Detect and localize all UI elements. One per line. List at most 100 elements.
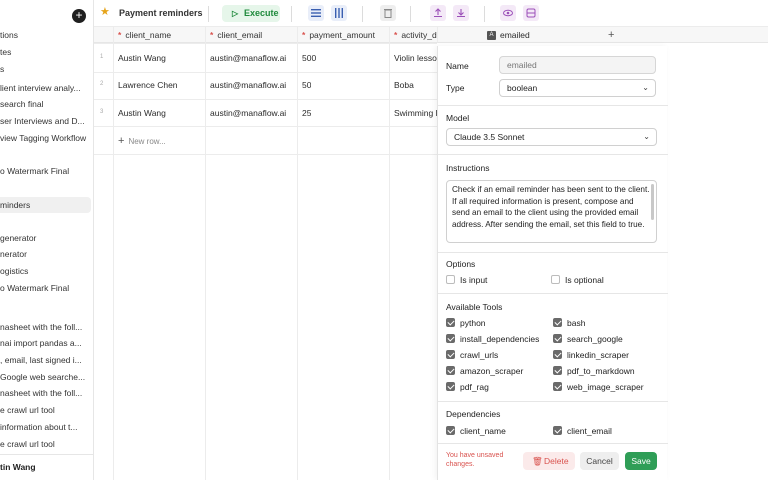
cell-client-email[interactable]: austin@manaflow.ai — [210, 78, 286, 92]
instructions-textarea[interactable]: Check if an email reminder has been sent… — [446, 180, 657, 243]
column-header-activity-description[interactable]: *activity_description — [394, 27, 437, 43]
sidebar-item[interactable]: o Watermark Final — [0, 163, 91, 179]
add-project-button[interactable]: + — [72, 9, 86, 23]
execute-button[interactable]: ▷ Execute — [222, 5, 280, 22]
save-button[interactable]: Save — [625, 452, 657, 470]
is-optional-checkbox[interactable]: Is optional — [551, 275, 604, 287]
cell-client-name[interactable]: Austin Wang — [118, 106, 166, 120]
sidebar-item[interactable]: ogistics — [0, 263, 91, 279]
sidebar-item[interactable]: Google web searche... — [0, 369, 91, 385]
model-select[interactable]: Claude 3.5 Sonnet ⌄ — [446, 128, 657, 146]
download-button[interactable] — [453, 5, 469, 21]
sidebar-item[interactable]: search final — [0, 96, 91, 112]
name-input[interactable]: emailed — [499, 56, 656, 74]
checkbox[interactable] — [553, 366, 562, 375]
sidebar-item[interactable]: nasheet with the foll... — [0, 385, 91, 401]
column-header-client-name[interactable]: * client_name — [118, 27, 171, 43]
checkbox[interactable] — [553, 318, 562, 327]
cell-activity-description[interactable]: Violin lesson — [394, 51, 437, 65]
tool-checkbox-pdf-rag[interactable]: pdf_rag — [446, 382, 489, 394]
tool-checkbox-search-google[interactable]: search_google — [553, 334, 623, 346]
sidebar-item[interactable]: nai import pandas a... — [0, 335, 91, 351]
sidebar-item[interactable]: nasheet with the foll... — [0, 319, 91, 335]
sidebar-item[interactable]: e crawl url tool — [0, 402, 91, 418]
divider — [438, 154, 668, 155]
chevron-down-icon: ⌄ — [643, 132, 650, 141]
type-label: Type — [446, 83, 465, 93]
tool-checkbox-amazon-scraper[interactable]: amazon_scraper — [446, 366, 523, 378]
checkbox[interactable] — [551, 275, 560, 284]
checkbox[interactable] — [553, 334, 562, 343]
star-icon[interactable]: ★ — [100, 7, 110, 18]
checkbox[interactable] — [446, 318, 455, 327]
column-header-emailed[interactable]: Aemailed — [485, 27, 668, 43]
cell-client-name[interactable]: Austin Wang — [118, 51, 166, 65]
checkbox-label: bash — [567, 318, 586, 328]
sheet-title: Payment reminders — [119, 8, 203, 18]
new-row-button[interactable]: + New row... — [118, 135, 166, 147]
unsaved-changes-notice: You have unsaved changes. — [446, 452, 504, 468]
tool-checkbox-linkedin-scraper[interactable]: linkedin_scraper — [553, 350, 629, 362]
cell-payment-amount[interactable]: 50 — [302, 78, 311, 92]
tool-checkbox-python[interactable]: python — [446, 318, 486, 330]
checkbox[interactable] — [446, 366, 455, 375]
preview-button[interactable] — [500, 5, 516, 21]
delete-button[interactable]: 🗑︎ Delete — [523, 452, 575, 470]
sidebar-item[interactable]: tions — [0, 27, 91, 43]
sidebar-item[interactable]: view Tagging Workflow — [0, 130, 91, 146]
divider — [208, 6, 209, 22]
sidebar-item[interactable]: information about t... — [0, 419, 91, 435]
sidebar-item[interactable]: e crawl url tool — [0, 436, 91, 452]
upload-button[interactable] — [430, 5, 446, 21]
sidebar-item[interactable]: o Watermark Final — [0, 280, 91, 296]
checkbox-label: web_image_scraper — [567, 382, 644, 392]
tool-checkbox-bash[interactable]: bash — [553, 318, 585, 330]
user-footer[interactable]: tin Wang — [0, 454, 93, 480]
columns-view-button[interactable] — [331, 5, 347, 21]
dependency-checkbox-client-name[interactable]: client_name — [446, 426, 506, 438]
tool-checkbox-web-image-scraper[interactable]: web_image_scraper — [553, 382, 644, 394]
checkbox-label: Is optional — [565, 275, 604, 285]
dependency-checkbox-client-email[interactable]: client_email — [553, 426, 612, 438]
tool-checkbox-crawl-urls[interactable]: crawl_urls — [446, 350, 498, 362]
column-header-client-email[interactable]: * client_email — [210, 27, 262, 43]
checkbox[interactable] — [553, 350, 562, 359]
cell-payment-amount[interactable]: 500 — [302, 51, 316, 65]
type-select[interactable]: boolean ⌄ — [499, 79, 656, 97]
cell-payment-amount[interactable]: 25 — [302, 106, 311, 120]
cell-client-email[interactable]: austin@manaflow.ai — [210, 51, 286, 65]
cell-client-email[interactable]: austin@manaflow.ai — [210, 106, 286, 120]
checkbox[interactable] — [446, 426, 455, 435]
checkbox[interactable] — [446, 350, 455, 359]
cancel-button[interactable]: Cancel — [580, 452, 619, 470]
cell-client-name[interactable]: Lawrence Chen — [118, 78, 178, 92]
column-divider — [297, 27, 298, 480]
checkbox[interactable] — [446, 275, 455, 284]
divider — [438, 252, 668, 253]
delete-rows-button[interactable] — [380, 5, 396, 21]
sidebar-item[interactable]: lient interview analy... — [0, 80, 91, 96]
checkbox[interactable] — [446, 334, 455, 343]
sidebar-item[interactable]: s — [0, 61, 91, 77]
tool-checkbox-pdf-to-markdown[interactable]: pdf_to_markdown — [553, 366, 635, 378]
checkbox[interactable] — [553, 382, 562, 391]
scrollbar[interactable] — [651, 184, 654, 220]
checkbox[interactable] — [446, 382, 455, 391]
sidebar-item[interactable]: nerator — [0, 246, 91, 262]
sidebar-item[interactable]: generator — [0, 230, 91, 246]
cell-activity-description[interactable]: Boba — [394, 78, 437, 92]
rows-view-button[interactable] — [308, 5, 324, 21]
is-input-checkbox[interactable]: Is input — [446, 275, 487, 287]
sidebar-item[interactable]: tes — [0, 44, 91, 60]
row-divider — [94, 126, 437, 127]
checkbox[interactable] — [553, 426, 562, 435]
sidebar-item[interactable]: ser Interviews and D... — [0, 113, 91, 129]
sidebar-item-active[interactable]: minders — [0, 197, 91, 213]
database-button[interactable] — [523, 5, 539, 21]
sidebar-item[interactable]: , email, last signed i... — [0, 352, 91, 368]
checkbox-label: Is input — [460, 275, 488, 285]
cell-activity-description[interactable]: Swimming le — [394, 106, 437, 120]
column-header-payment-amount[interactable]: * payment_amount — [302, 27, 375, 43]
tool-checkbox-install-dependencies[interactable]: install_dependencies — [446, 334, 539, 346]
add-column-button[interactable]: + — [608, 29, 614, 41]
